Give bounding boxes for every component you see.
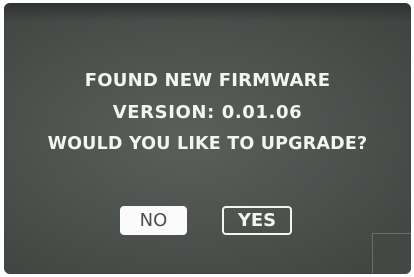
yes-button[interactable]: YES — [222, 206, 292, 235]
firmware-upgrade-screen: FOUND NEW FIRMWARE VERSION: 0.01.06 WOUL… — [4, 3, 411, 274]
no-button[interactable]: NO — [120, 206, 187, 235]
upgrade-question: WOULD YOU LIKE TO UPGRADE? — [47, 134, 368, 154]
dialog-title: FOUND NEW FIRMWARE — [84, 70, 331, 91]
firmware-version-text: VERSION: 0.01.06 — [112, 102, 303, 123]
screen-corner-panel — [372, 233, 411, 274]
